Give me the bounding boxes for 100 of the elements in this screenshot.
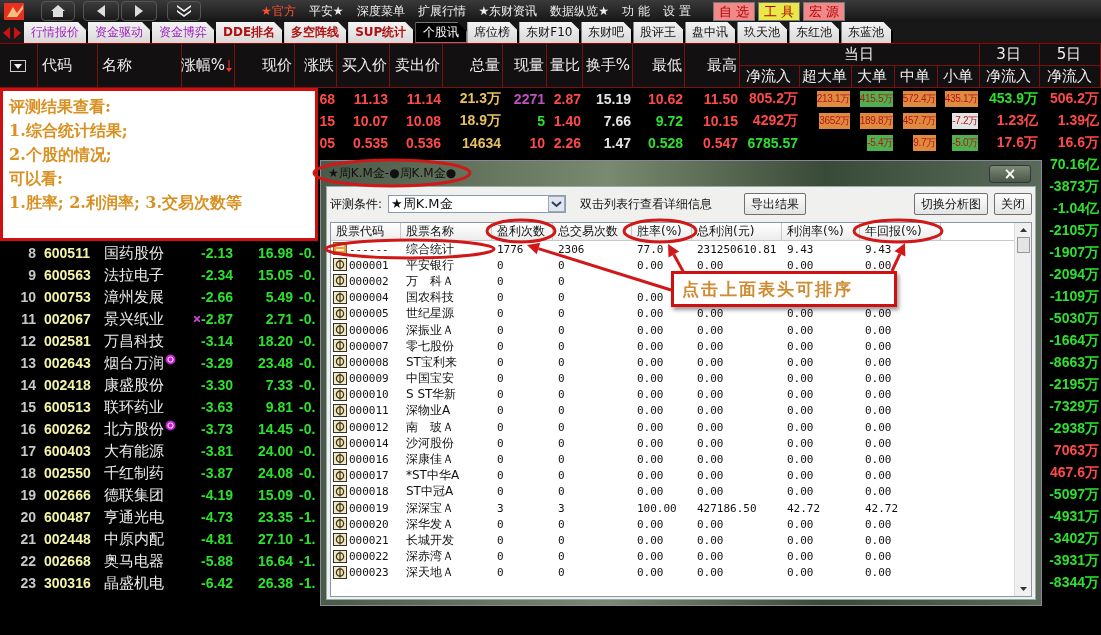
- menu-item[interactable]: 功 能: [622, 2, 650, 20]
- stock-name: 奥马电器: [104, 551, 164, 571]
- stock-code: 002448: [44, 531, 91, 547]
- tab[interactable]: 席位榜: [467, 22, 520, 43]
- stock-name: 法拉电子: [104, 265, 164, 285]
- column-header[interactable]: 净流入: [746, 67, 791, 86]
- group-header: 5日: [1056, 45, 1082, 64]
- table-cell: -3.29: [201, 355, 233, 371]
- column-header[interactable]: 中单: [900, 67, 930, 86]
- scroll-arrows-icon[interactable]: [2, 25, 22, 40]
- condition-combo[interactable]: ★周K.M金: [388, 195, 567, 213]
- list-cell: 深振业Ａ: [406, 322, 454, 337]
- menu-item[interactable]: 扩展行情: [417, 2, 466, 20]
- expand-button[interactable]: [167, 1, 201, 21]
- menu-item[interactable]: ★官方: [261, 2, 296, 20]
- tab[interactable]: 股评王: [633, 22, 686, 43]
- list-cell: ST宝利来: [406, 354, 457, 369]
- action-button[interactable]: 关闭: [994, 193, 1032, 215]
- column-header[interactable]: 最低: [652, 56, 682, 75]
- tab[interactable]: 多空阵线: [284, 22, 349, 43]
- column-header[interactable]: 小单: [942, 67, 973, 86]
- table-cell: -4.81: [201, 531, 233, 547]
- column-header[interactable]: 总利润(元): [692, 223, 782, 240]
- list-cell: 0: [558, 388, 565, 402]
- column-header[interactable]: 买入价: [342, 56, 387, 75]
- right-arrow-icon: [135, 5, 143, 17]
- column-header[interactable]: 涨跌: [304, 56, 334, 75]
- scrollbar[interactable]: [1014, 223, 1031, 596]
- menu-item[interactable]: ★东财资讯: [478, 2, 538, 20]
- column-header[interactable]: 名称: [102, 56, 132, 75]
- action-button[interactable]: 导出结果: [744, 193, 807, 215]
- table-cell: 6785.57: [747, 135, 798, 151]
- list-cell: 0: [558, 258, 565, 272]
- stock-icon: [333, 306, 347, 320]
- column-header[interactable]: 换手%: [585, 56, 630, 75]
- forward-button[interactable]: [121, 1, 157, 21]
- column-header[interactable]: 超大单: [802, 67, 847, 86]
- list-cell: 0.00: [787, 307, 814, 321]
- home-button[interactable]: [41, 1, 75, 21]
- stock-code: 002668: [44, 553, 91, 569]
- flow-bar: 572.4万: [902, 91, 936, 107]
- table-cell: 7.66: [603, 113, 631, 129]
- tab[interactable]: 资金博弈: [152, 22, 216, 43]
- caret-icon[interactable]: [548, 196, 566, 212]
- tab[interactable]: SUP统计: [348, 22, 416, 43]
- table-cell: 15: [319, 113, 335, 129]
- column-header[interactable]: 净流入: [1046, 67, 1092, 86]
- tab[interactable]: 资金驱动: [88, 22, 152, 43]
- menu-item[interactable]: 设 置: [662, 2, 691, 20]
- column-header[interactable]: 现价: [262, 56, 292, 75]
- flow-bar: 457.7万: [902, 113, 936, 129]
- quick-button[interactable]: 工 具: [757, 1, 800, 21]
- stock-icon: [333, 403, 347, 417]
- row-number: 12: [20, 333, 36, 349]
- tab[interactable]: 玖天池: [737, 22, 790, 43]
- list-cell: 0.00: [637, 323, 664, 337]
- list-cell: 0: [497, 420, 504, 434]
- stock-name: 国药股份: [104, 243, 164, 263]
- tab[interactable]: 东红池: [789, 22, 842, 43]
- column-header[interactable]: 量比: [550, 56, 580, 75]
- menu-item[interactable]: 深度菜单: [356, 2, 405, 20]
- column-header[interactable]: 卖出价: [395, 56, 440, 75]
- flow-bar: 3652万: [819, 113, 850, 129]
- back-button[interactable]: [83, 1, 119, 21]
- menu-item[interactable]: 数据纵览★: [550, 2, 610, 20]
- column-header[interactable]: 现量: [514, 56, 544, 75]
- tab[interactable]: 东财F10: [519, 22, 582, 43]
- tab[interactable]: 东财吧: [581, 22, 634, 43]
- column-header[interactable]: 大单: [857, 67, 887, 86]
- column-header[interactable]: 涨幅%: [180, 56, 232, 75]
- table-cell: -7329万: [1049, 398, 1099, 416]
- table-cell: -5030万: [1049, 310, 1099, 328]
- action-button[interactable]: 切换分析图: [914, 193, 988, 215]
- table-cell: -0.: [299, 399, 316, 415]
- tab[interactable]: 东蓝池: [841, 22, 894, 43]
- list-cell: 0.00: [637, 469, 664, 483]
- column-header[interactable]: 净流入: [986, 67, 1031, 86]
- table-cell: 0.535: [352, 135, 388, 151]
- menu-item[interactable]: 平安★: [308, 2, 344, 20]
- list-cell: 0.00: [637, 339, 664, 353]
- tab[interactable]: DDE排名: [216, 22, 285, 43]
- column-header[interactable]: 股票名称: [401, 223, 492, 240]
- column-header[interactable]: 代码: [42, 56, 72, 75]
- stock-code: 002581: [44, 333, 91, 349]
- close-button[interactable]: ×: [989, 164, 1031, 183]
- dialog-title: ★周K.M金-●周K.M金●: [328, 165, 457, 182]
- dropdown-icon[interactable]: [9, 59, 26, 72]
- column-header[interactable]: 总量: [470, 56, 500, 75]
- list-cell: 0: [558, 436, 565, 450]
- tab[interactable]: 盘中讯: [685, 22, 738, 43]
- scroll-thumb[interactable]: [1016, 237, 1030, 253]
- column-header[interactable]: 股票代码: [331, 223, 401, 240]
- column-header[interactable]: 最高: [707, 56, 737, 75]
- column-header[interactable]: 利润率(%): [782, 223, 860, 240]
- list-cell: 0: [558, 420, 565, 434]
- table-cell: -5097万: [1049, 486, 1099, 504]
- list-cell: 000019: [349, 501, 389, 515]
- tab[interactable]: 行情报价: [24, 22, 88, 43]
- tab[interactable]: 个股讯: [415, 22, 468, 43]
- column-header[interactable]: 总交易次数: [553, 223, 632, 240]
